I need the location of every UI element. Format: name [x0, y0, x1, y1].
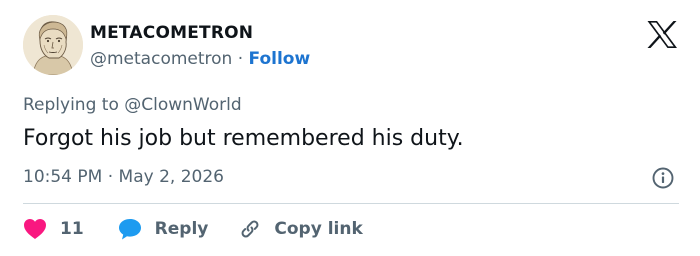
replying-to-mention[interactable]: @ClownWorld — [124, 95, 241, 115]
action-bar: 11 Reply Copy link — [23, 214, 363, 244]
follow-button[interactable]: Follow — [249, 49, 311, 69]
speech-bubble-icon — [118, 219, 141, 240]
like-button[interactable]: 11 — [23, 218, 84, 240]
tweet-text: Forgot his job but remembered his duty. — [23, 126, 464, 151]
replying-prefix: Replying to — [23, 95, 119, 115]
copy-link-label: Copy link — [274, 219, 363, 239]
x-logo-icon[interactable] — [646, 20, 678, 49]
avatar-portrait-image — [23, 15, 83, 75]
info-icon[interactable] — [652, 167, 674, 189]
handle-row: @metacometron · Follow — [90, 48, 310, 70]
post-date: May 2, 2026 — [118, 167, 224, 187]
reply-label: Reply — [154, 219, 209, 239]
avatar[interactable] — [23, 15, 83, 75]
like-count: 11 — [60, 219, 84, 239]
divider — [23, 203, 679, 204]
author-info: METACOMETRON @metacometron · Follow — [90, 22, 310, 70]
post-time: 10:54 PM — [23, 167, 103, 187]
handle-separator: · — [237, 49, 244, 69]
user-handle[interactable]: @metacometron — [90, 49, 232, 69]
link-icon — [241, 220, 259, 238]
heart-icon — [24, 219, 46, 239]
copy-link-button[interactable]: Copy link — [238, 217, 363, 241]
reply-button[interactable]: Reply — [118, 218, 209, 240]
display-name[interactable]: METACOMETRON — [90, 22, 310, 44]
replying-to-line: Replying to @ClownWorld — [23, 94, 242, 116]
timestamp-separator: · — [107, 167, 114, 187]
timestamp[interactable]: 10:54 PM · May 2, 2026 — [23, 166, 224, 188]
